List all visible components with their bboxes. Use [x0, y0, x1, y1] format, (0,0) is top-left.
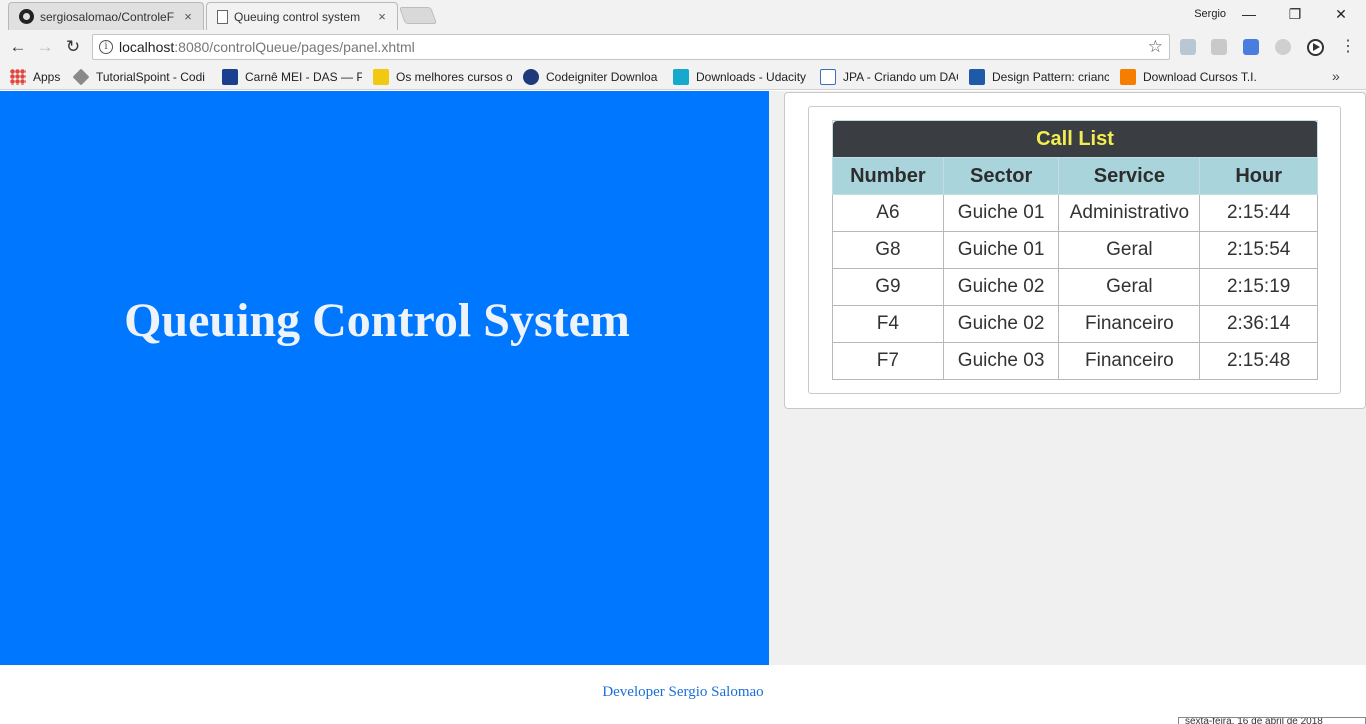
table-caption: Call List — [832, 120, 1318, 158]
cell-hour: 2:15:48 — [1199, 342, 1318, 380]
url-host: localhost — [119, 39, 175, 55]
forward-arrow-icon[interactable]: → — [34, 36, 56, 58]
bookmark-label: Download Cursos T.I. — [1143, 70, 1257, 84]
cell-service: Administrativo — [1058, 194, 1201, 232]
cell-sector: Guiche 03 — [942, 342, 1060, 380]
bookmark-label: Apps — [33, 70, 61, 84]
pdf-extension-icon[interactable] — [1211, 39, 1227, 55]
cell-service: Geral — [1058, 231, 1201, 269]
page-icon — [820, 69, 836, 85]
tutorialspoint-icon — [73, 68, 90, 86]
reload-icon[interactable]: ↻ — [62, 36, 84, 58]
js-icon — [373, 69, 389, 85]
bookmark-jpa-dao[interactable]: JPA - Criando um DAO — [820, 68, 958, 86]
bookmark-star-icon[interactable]: ☆ — [1148, 37, 1163, 57]
cell-number: A6 — [832, 194, 944, 232]
cell-sector: Guiche 01 — [942, 231, 1060, 269]
developer-credit-link[interactable]: Developer Sergio Salomao — [0, 684, 1366, 701]
more-bookmarks-icon[interactable]: » — [1332, 68, 1340, 84]
bookmark-melhores-cursos[interactable]: Os melhores cursos o — [373, 68, 512, 86]
address-bar[interactable]: i localhost:8080/controlQueue/pages/pane… — [92, 34, 1170, 60]
header-sector[interactable]: Sector — [942, 157, 1060, 195]
github-icon — [19, 9, 34, 24]
tab-title: sergiosalomao/ControleF — [40, 9, 175, 24]
translate-extension-icon[interactable] — [1243, 39, 1259, 55]
bookmark-tutorialspoint[interactable]: TutorialSpoint - Codi — [73, 68, 213, 86]
hero-panel: Queuing Control System — [0, 91, 769, 665]
bookmark-label: Downloads - Udacity — [696, 70, 807, 84]
minimize-icon[interactable]: — — [1234, 4, 1264, 24]
call-list-table: Call List Number Sector Service Hour A6 … — [832, 120, 1318, 380]
url-path: :8080/controlQueue/pages/panel.xhtml — [174, 39, 415, 55]
bookmark-label: Carnê MEI - DAS — P — [245, 70, 362, 84]
cell-hour: 2:15:54 — [1199, 231, 1318, 269]
header-hour[interactable]: Hour — [1199, 157, 1318, 195]
header-number[interactable]: Number — [832, 157, 944, 195]
cell-service: Financeiro — [1058, 305, 1201, 343]
bookmark-udacity[interactable]: Downloads - Udacity — [673, 68, 813, 86]
bookmark-label: Codeigniter Downloa — [546, 70, 658, 84]
bookmark-label: Design Pattern: crianc — [992, 70, 1109, 84]
udacity-icon — [673, 69, 689, 85]
cell-sector: Guiche 02 — [942, 305, 1060, 343]
document-icon — [217, 9, 228, 24]
tab-github[interactable]: sergiosalomao/ControleF × — [8, 2, 204, 30]
cell-hour: 2:36:14 — [1199, 305, 1318, 343]
bookmark-codeigniter[interactable]: Codeigniter Downloa — [523, 68, 663, 86]
table-row: F7 Guiche 03 Financeiro 2:15:48 — [832, 342, 1318, 380]
apps-grid-icon — [10, 69, 26, 85]
dropbox-extension-icon[interactable] — [1180, 39, 1196, 55]
date-display: sexta-feira, 16 de abril de 2018 — [1178, 717, 1366, 724]
page-title: Queuing Control System — [124, 294, 630, 347]
tab-strip: sergiosalomao/ControleF × Queuing contro… — [0, 0, 1366, 30]
bookmark-label: Os melhores cursos o — [396, 70, 512, 84]
tab-close-icon[interactable]: × — [375, 9, 389, 24]
play-extension-icon[interactable] — [1307, 39, 1324, 56]
header-service[interactable]: Service — [1058, 157, 1201, 195]
table-header-row: Number Sector Service Hour — [832, 157, 1318, 195]
cell-hour: 2:15:44 — [1199, 194, 1318, 232]
bookmark-design-pattern[interactable]: Design Pattern: crianc — [969, 68, 1109, 86]
cell-service: Financeiro — [1058, 342, 1201, 380]
browser-toolbar: ← → ↻ i localhost:8080/controlQueue/page… — [0, 30, 1366, 64]
cell-number: F4 — [832, 305, 944, 343]
profile-name[interactable]: Sergio — [1194, 8, 1226, 20]
bookmark-label: JPA - Criando um DAO — [843, 70, 958, 84]
info-icon[interactable]: i — [99, 40, 113, 54]
restore-icon[interactable]: ❐ — [1280, 4, 1310, 24]
bookmarks-bar: Apps TutorialSpoint - Codi Carnê MEI - D… — [0, 64, 1366, 90]
codeigniter-icon — [523, 69, 539, 85]
tab-title: Queuing control system — [234, 9, 361, 24]
bookmark-carne-mei[interactable]: Carnê MEI - DAS — P — [222, 68, 362, 86]
globe-extension-icon[interactable] — [1275, 39, 1291, 55]
cell-sector: Guiche 02 — [942, 268, 1060, 306]
cell-number: G8 — [832, 231, 944, 269]
cell-hour: 2:15:19 — [1199, 268, 1318, 306]
window-close-icon[interactable]: ✕ — [1326, 4, 1356, 24]
bookmark-label: TutorialSpoint - Codi — [96, 70, 205, 84]
blogger-icon — [1120, 69, 1136, 85]
pti-icon — [969, 69, 985, 85]
kebab-menu-icon[interactable]: ⋮ — [1340, 37, 1356, 57]
table-row: G9 Guiche 02 Geral 2:15:19 — [832, 268, 1318, 306]
cell-number: F7 — [832, 342, 944, 380]
cell-sector: Guiche 01 — [942, 194, 1060, 232]
table-row: F4 Guiche 02 Financeiro 2:36:14 — [832, 305, 1318, 343]
cell-service: Geral — [1058, 268, 1201, 306]
table-row: A6 Guiche 01 Administrativo 2:15:44 — [832, 194, 1318, 232]
bookmark-apps[interactable]: Apps — [10, 68, 68, 86]
cell-number: G9 — [832, 268, 944, 306]
bookmark-download-cursos[interactable]: Download Cursos T.I. — [1120, 68, 1260, 86]
back-arrow-icon[interactable]: ← — [7, 36, 29, 58]
mei-icon — [222, 69, 238, 85]
tab-close-icon[interactable]: × — [181, 9, 195, 24]
table-row: G8 Guiche 01 Geral 2:15:54 — [832, 231, 1318, 269]
tab-queuing-control[interactable]: Queuing control system × — [206, 2, 398, 30]
new-tab-button[interactable] — [398, 7, 438, 24]
